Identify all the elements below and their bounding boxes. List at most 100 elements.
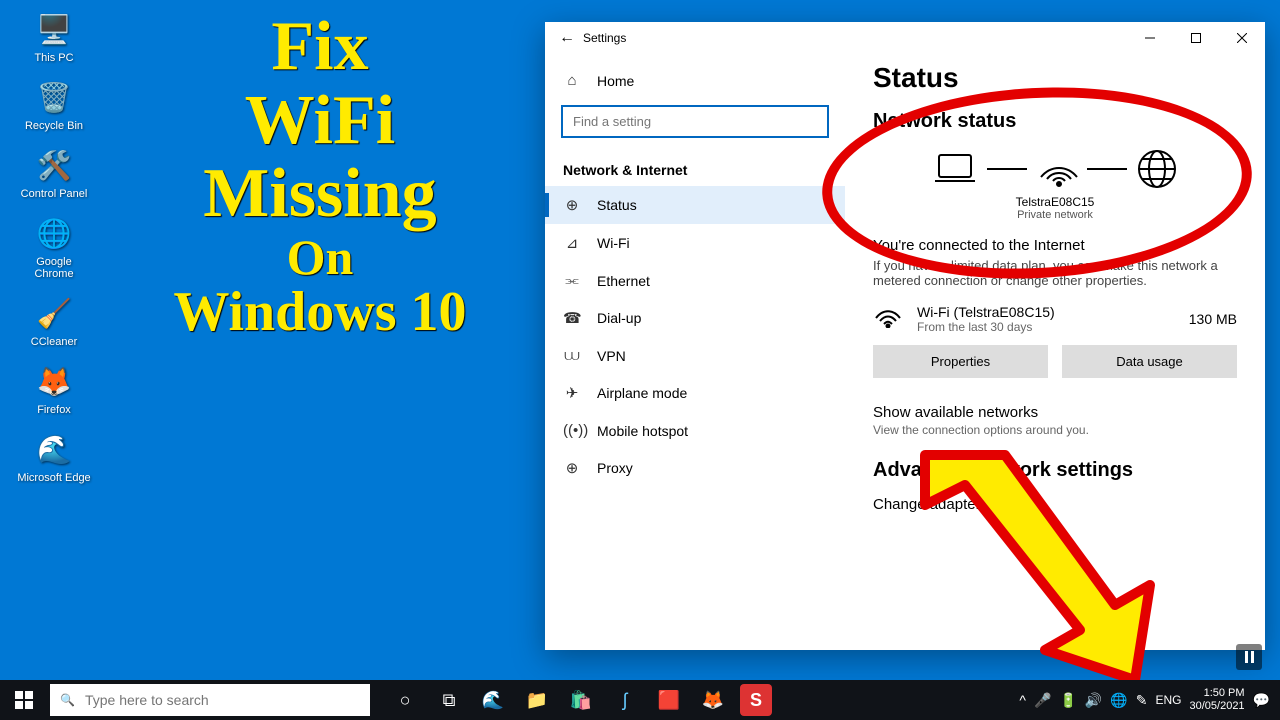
connection-status: You're connected to the Internet <box>873 237 1237 254</box>
wifi-icon <box>873 302 903 335</box>
sidebar-home[interactable]: ⌂ Home <box>545 62 845 99</box>
settings-main: Status Network status TelstraE08C15 Priv… <box>845 54 1265 650</box>
change-adapter-link[interactable]: Change adapter options <box>873 496 1237 513</box>
desktop-icons: 🖥️ This PC 🗑️ Recycle Bin 🛠️ Control Panel 🌐Go… <box>16 8 92 484</box>
settings-sidebar: ⌂ Home Network & Internet ⊕ Status ⊿Wi-Fi⫘… <box>545 54 845 650</box>
sidebar-item-dial-up[interactable]: ☎Dial-up <box>545 299 845 337</box>
sidebar-icon: ⊕ <box>563 196 581 214</box>
app-icon: 🖥️ <box>33 8 75 50</box>
sidebar-icon: ⊕ <box>563 459 581 477</box>
desktop-icon-recycle-bin[interactable]: 🗑️ Recycle Bin <box>16 76 92 132</box>
taskbar-search[interactable]: 🔍 <box>50 684 370 716</box>
app-icon: 🗑️ <box>33 76 75 118</box>
back-button[interactable]: ← <box>559 29 583 47</box>
tray-battery-icon[interactable]: 🔋 <box>1059 692 1076 709</box>
show-networks-sub: View the connection options around you. <box>873 423 1237 437</box>
show-networks-link[interactable]: Show available networks <box>873 404 1237 421</box>
taskbar-pinned: ○ ⧉ 🌊 📁 🛍️ ʃ 🟥 🦊 S <box>384 680 776 720</box>
desktop-icon-label: Recycle Bin <box>16 120 92 132</box>
settings-window: ← Settings ⌂ Home Network & Internet ⊕ St… <box>545 22 1265 650</box>
data-usage-value: 130 MB <box>1189 311 1237 327</box>
desktop-icon-label: Google Chrome <box>16 256 92 280</box>
tray-volume-icon[interactable]: 🔊 <box>1085 692 1102 709</box>
sidebar-item-label: Ethernet <box>597 273 650 289</box>
sidebar-item-wi-fi[interactable]: ⊿Wi-Fi <box>545 224 845 262</box>
desktop-icon-ccleaner[interactable]: 🧹 CCleaner <box>16 292 92 348</box>
tray-chevron-icon[interactable]: ^ <box>1019 692 1026 708</box>
office-icon[interactable]: 🟥 <box>648 680 690 720</box>
system-tray: ^ 🎤 🔋 🔊 🌐 ✎ ENG 1:50 PM 30/05/2021 💬 <box>1019 687 1280 713</box>
desktop-icon-label: This PC <box>16 52 92 64</box>
sidebar-item-label: Proxy <box>597 460 633 476</box>
edge-icon[interactable]: 🌊 <box>472 680 514 720</box>
sidebar-item-airplane-mode[interactable]: ✈Airplane mode <box>545 374 845 412</box>
sidebar-icon: ⩊ <box>563 347 581 364</box>
minimize-button[interactable] <box>1127 22 1173 54</box>
app-icon: 🌊 <box>33 428 75 470</box>
data-usage-button[interactable]: Data usage <box>1062 345 1237 378</box>
sidebar-item-ethernet[interactable]: ⫘Ethernet <box>545 262 845 299</box>
search-input[interactable] <box>561 105 829 138</box>
tray-language[interactable]: ENG <box>1155 693 1181 707</box>
app-icon: 🧹 <box>33 292 75 334</box>
tray-mic-icon[interactable]: 🎤 <box>1034 692 1051 709</box>
firefox-icon[interactable]: 🦊 <box>692 680 734 720</box>
desktop-icon-label: Firefox <box>16 404 92 416</box>
app-icon[interactable]: ʃ <box>604 680 646 720</box>
connector-line-icon <box>1085 165 1129 173</box>
connection-description: If you have a limited data plan, you can… <box>873 258 1237 288</box>
adapter-sub: From the last 30 days <box>917 320 1175 334</box>
sidebar-item-label: VPN <box>597 348 626 364</box>
close-button[interactable] <box>1219 22 1265 54</box>
snagit-icon[interactable]: S <box>740 684 772 716</box>
section-advanced: Advanced network settings <box>873 459 1237 482</box>
desktop-icon-label: Microsoft Edge <box>16 472 92 484</box>
globe-icon <box>1135 147 1179 191</box>
sidebar-icon: ((•)) <box>563 422 581 439</box>
sidebar-item-mobile-hotspot[interactable]: ((•))Mobile hotspot <box>545 412 845 449</box>
tray-network-icon[interactable]: 🌐 <box>1110 692 1127 709</box>
home-icon: ⌂ <box>563 72 581 89</box>
taskview-icon[interactable]: ⧉ <box>428 680 470 720</box>
explorer-icon[interactable]: 📁 <box>516 680 558 720</box>
adapter-name: Wi-Fi (TelstraE08C15) <box>917 304 1175 320</box>
titlebar: ← Settings <box>545 22 1265 54</box>
maximize-button[interactable] <box>1173 22 1219 54</box>
app-icon: 🛠️ <box>33 144 75 186</box>
windows-icon <box>15 691 33 709</box>
sidebar-item-label: Airplane mode <box>597 385 687 401</box>
taskbar-clock[interactable]: 1:50 PM 30/05/2021 <box>1190 687 1245 713</box>
app-icon: 🦊 <box>33 360 75 402</box>
sidebar-category: Network & Internet <box>545 148 845 186</box>
desktop-icon-label: Control Panel <box>16 188 92 200</box>
tray-pen-icon[interactable]: ✎ <box>1136 692 1148 709</box>
sidebar-item-label: Dial-up <box>597 310 641 326</box>
cortana-icon[interactable]: ○ <box>384 680 426 720</box>
sidebar-item-label: Status <box>597 197 637 213</box>
notifications-icon[interactable]: 💬 <box>1253 692 1270 709</box>
pause-indicator <box>1236 644 1262 670</box>
desktop-icon-label: CCleaner <box>16 336 92 348</box>
wifi-icon <box>1035 149 1079 189</box>
taskbar-search-input[interactable] <box>85 692 360 708</box>
sidebar-home-label: Home <box>597 73 634 89</box>
sidebar-item-proxy[interactable]: ⊕ Proxy <box>545 449 845 487</box>
sidebar-item-vpn[interactable]: ⩊ VPN <box>545 337 845 374</box>
thumbnail-title-overlay: Fix WiFi Missing On Windows 10 <box>120 10 520 342</box>
desktop-icon-control-panel[interactable]: 🛠️ Control Panel <box>16 144 92 200</box>
page-title: Status <box>873 62 1237 94</box>
sidebar-icon: ⊿ <box>563 234 581 252</box>
desktop-icon-google-chrome[interactable]: 🌐Google Chrome <box>16 212 92 280</box>
laptop-icon <box>931 151 979 187</box>
properties-button[interactable]: Properties <box>873 345 1048 378</box>
sidebar-item-status[interactable]: ⊕ Status <box>545 186 845 224</box>
desktop-icon-firefox[interactable]: 🦊 Firefox <box>16 360 92 416</box>
start-button[interactable] <box>0 680 48 720</box>
taskbar: 🔍 ○ ⧉ 🌊 📁 🛍️ ʃ 🟥 🦊 S ^ 🎤 🔋 🔊 🌐 ✎ ENG 1:5… <box>0 680 1280 720</box>
desktop-icon-microsoft-edge[interactable]: 🌊 Microsoft Edge <box>16 428 92 484</box>
adapter-row: Wi-Fi (TelstraE08C15) From the last 30 d… <box>873 302 1237 335</box>
section-network-status: Network status <box>873 110 1237 133</box>
store-icon[interactable]: 🛍️ <box>560 680 602 720</box>
connector-line-icon <box>985 165 1029 173</box>
desktop-icon-this-pc[interactable]: 🖥️ This PC <box>16 8 92 64</box>
